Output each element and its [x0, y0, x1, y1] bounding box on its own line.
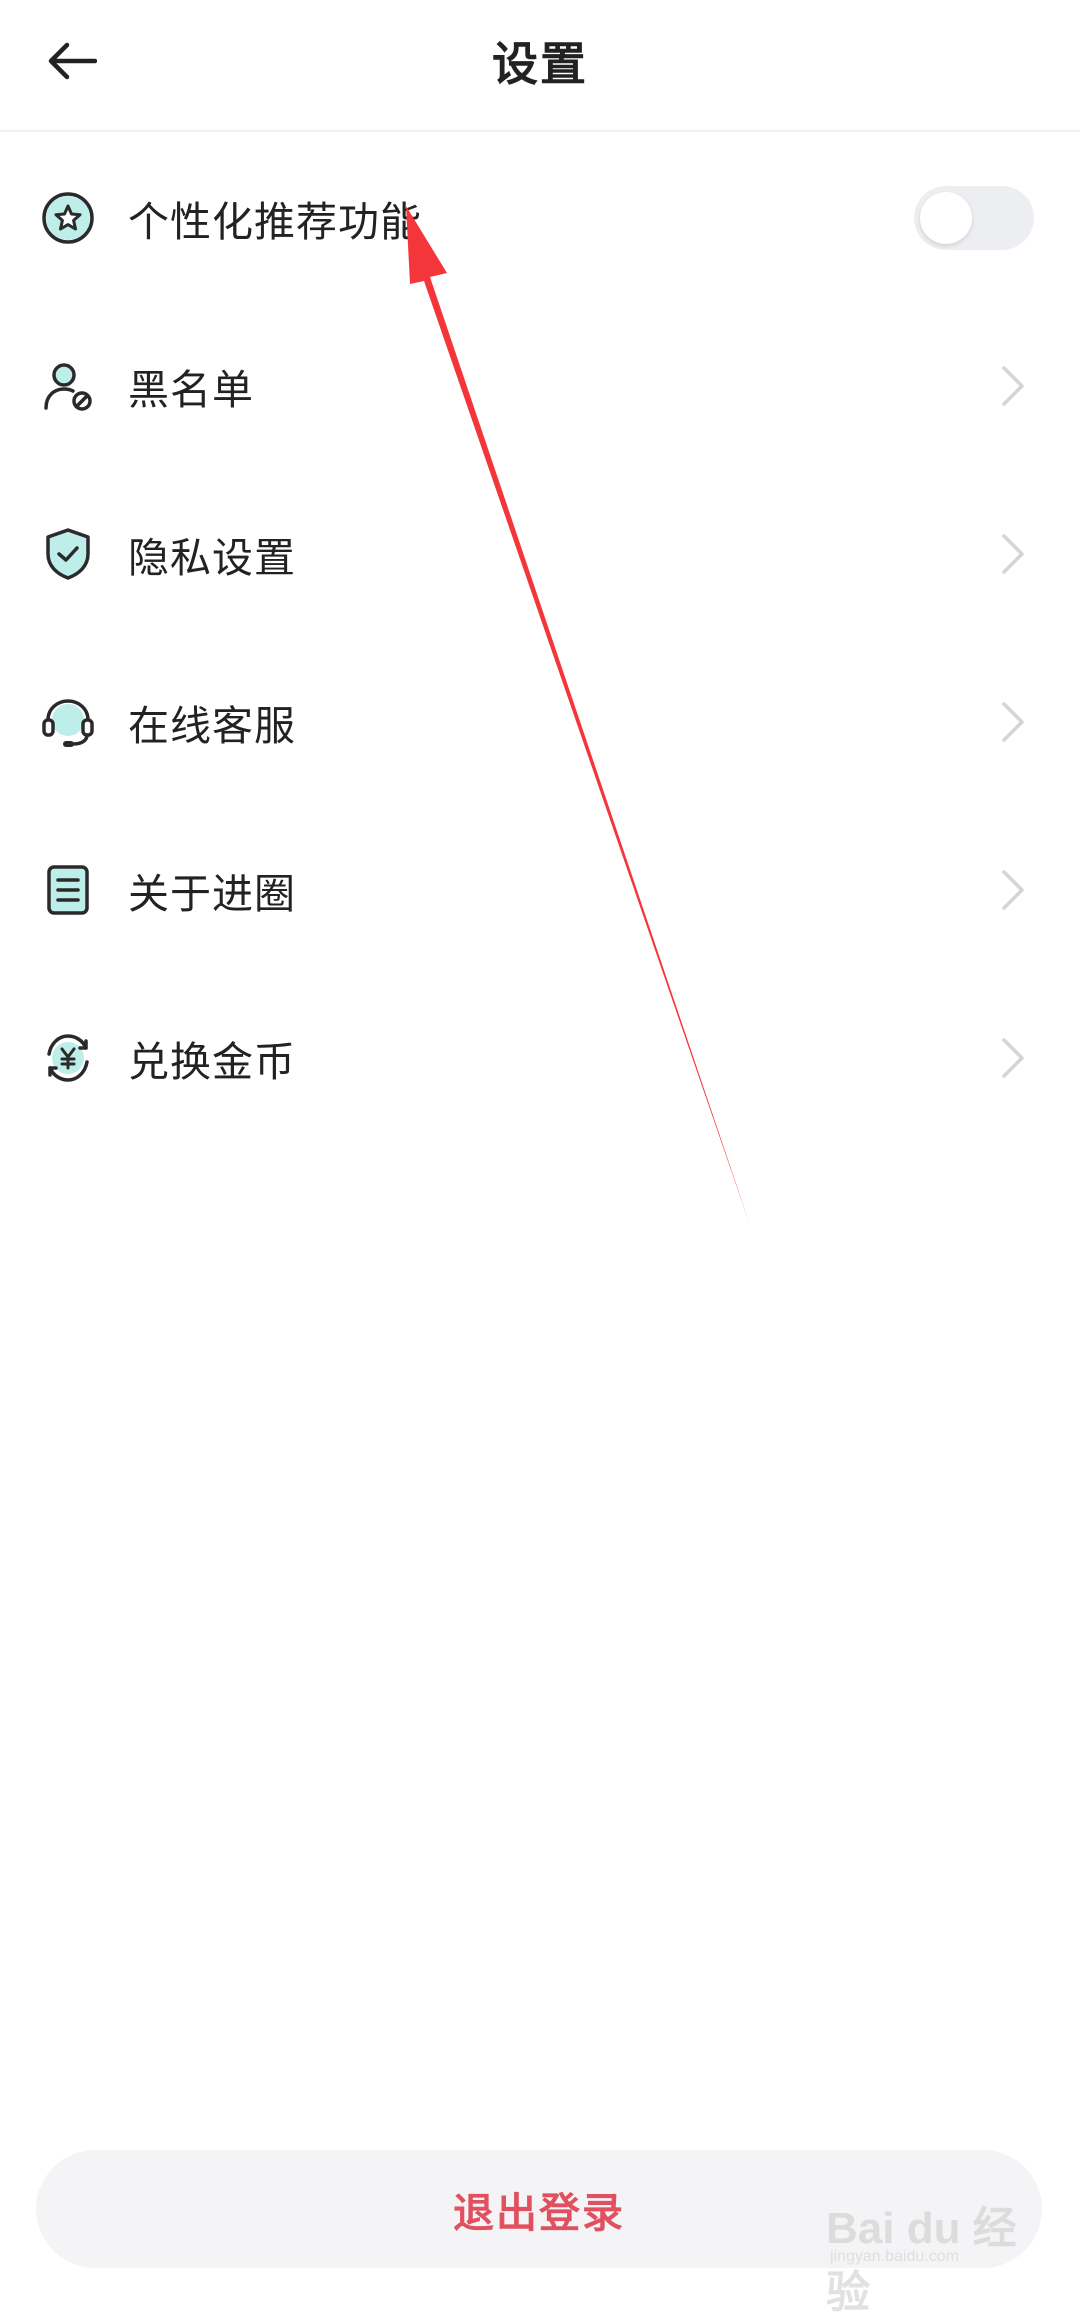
logout-label: 退出登录	[453, 2189, 625, 2237]
watermark-subtext: jingyan.baidu.com	[830, 2248, 959, 2265]
page-title: 设置	[492, 37, 588, 91]
setting-row-blacklist[interactable]: 黑名单	[0, 311, 1080, 461]
setting-label: 隐私设置	[128, 534, 296, 582]
setting-row-about[interactable]: 关于进圈	[0, 815, 1080, 965]
toggle-knob	[920, 192, 972, 244]
document-icon	[47, 865, 89, 915]
setting-label: 兑换金币	[128, 1038, 296, 1086]
baidu-jingyan-watermark: Bai du 经验 jingyan.baidu.com	[826, 2186, 1026, 2317]
chevron-right-icon	[1002, 702, 1024, 742]
setting-row-privacy[interactable]: 隐私设置	[0, 479, 1080, 629]
personalized-recommendation-toggle[interactable]	[914, 186, 1034, 250]
star-badge-icon	[42, 192, 94, 244]
setting-label: 在线客服	[128, 702, 296, 750]
setting-label: 关于进圈	[128, 870, 296, 918]
chevron-right-icon	[1002, 1038, 1024, 1078]
setting-row-personalized-recommendation[interactable]: 个性化推荐功能	[0, 143, 1080, 293]
shield-check-icon	[46, 528, 90, 580]
coin-exchange-icon	[47, 1034, 89, 1082]
setting-row-online-service[interactable]: 在线客服	[0, 647, 1080, 797]
setting-label: 个性化推荐功能	[128, 198, 422, 246]
setting-row-exchange-coins[interactable]: 兑换金币	[0, 983, 1080, 1133]
top-bar: 设置	[0, 0, 1080, 132]
chevron-right-icon	[1002, 366, 1024, 406]
chevron-right-icon	[1002, 870, 1024, 910]
chevron-right-icon	[1002, 534, 1024, 574]
setting-label: 黑名单	[128, 366, 254, 414]
headset-icon	[42, 699, 94, 747]
user-block-icon	[44, 363, 92, 411]
